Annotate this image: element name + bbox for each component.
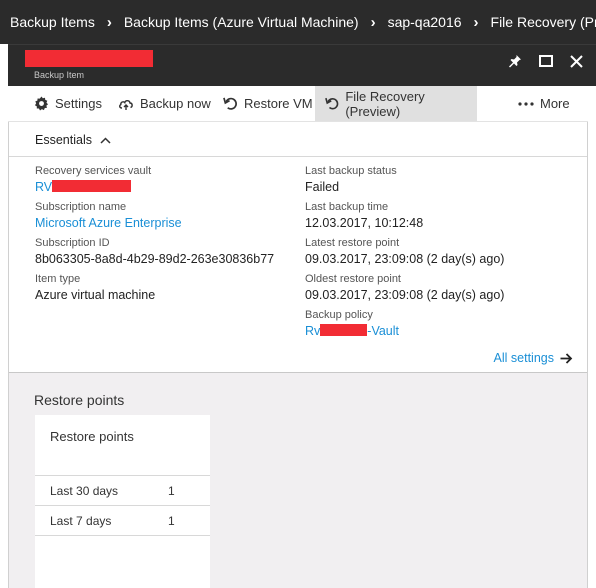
restore-arrow-icon	[325, 97, 339, 110]
breadcrumb-item-backup-items-azure-vm[interactable]: Backup Items (Azure Virtual Machine)	[124, 14, 359, 30]
essentials-toggle[interactable]: Essentials	[35, 133, 111, 147]
subscription-id-value: 8b063305-8a8d-4b29-89d2-263e30836b77	[35, 252, 275, 266]
backup-now-label: Backup now	[140, 96, 211, 111]
restore-points-row-7-days[interactable]: Last 7 days 1	[35, 505, 210, 536]
chevron-right-icon: ›	[473, 13, 479, 31]
breadcrumb: Backup Items › Backup Items (Azure Virtu…	[0, 0, 596, 44]
all-settings-link[interactable]: All settings	[494, 351, 573, 365]
pin-icon[interactable]	[504, 50, 526, 72]
oldest-restore-point-label: Oldest restore point	[305, 273, 401, 285]
breadcrumb-item-vm-name[interactable]: sap-qa2016	[388, 14, 462, 30]
all-settings-label: All settings	[493, 351, 554, 365]
restore-vm-button[interactable]: Restore VM	[223, 86, 313, 121]
subscription-name-label: Subscription name	[35, 201, 127, 213]
blade-subtitle: Backup Item	[34, 70, 85, 80]
command-bar: Settings Backup now Restore VM File Reco…	[8, 86, 588, 122]
backup-policy-suffix: -Vault	[367, 324, 400, 338]
backup-now-button[interactable]: Backup now	[118, 86, 211, 121]
chevron-right-icon: ›	[370, 13, 376, 31]
azure-portal-window: Backup Items › Backup Items (Azure Virtu…	[0, 0, 596, 588]
vault-label: Recovery services vault	[35, 165, 152, 177]
gear-icon	[34, 96, 49, 111]
chevron-up-icon	[100, 136, 111, 144]
blade-header: Backup Item	[8, 44, 596, 86]
latest-restore-point-label: Latest restore point	[305, 237, 400, 249]
row-count: 1	[168, 484, 175, 498]
backup-policy-prefix: Rv	[305, 324, 321, 338]
breadcrumb-item-file-recovery[interactable]: File Recovery (Preview	[491, 14, 596, 30]
restore-points-tile[interactable]: Restore points Last 30 days 1 Last 7 day…	[35, 415, 210, 588]
restore-arrow-icon	[223, 97, 237, 110]
row-label: Last 7 days	[50, 514, 112, 528]
row-label: Last 30 days	[50, 484, 119, 498]
vault-name: RV	[35, 180, 53, 194]
subscription-name-link[interactable]: Microsoft Azure Enterprise	[35, 216, 182, 230]
redacted-blade-title	[25, 50, 153, 67]
restore-points-tile-title: Restore points	[50, 429, 134, 444]
redacted-policy-name	[320, 324, 368, 336]
redacted-vault-name	[52, 180, 132, 192]
subscription-id-label: Subscription ID	[35, 237, 110, 249]
item-type-value: Azure virtual machine	[35, 288, 156, 302]
last-backup-status-value: Failed	[305, 180, 340, 194]
file-recovery-button[interactable]: File Recovery (Preview)	[315, 86, 477, 121]
chevron-right-icon: ›	[106, 13, 112, 31]
oldest-restore-point-value: 09.03.2017, 23:09:08 (2 day(s) ago)	[305, 288, 505, 302]
restore-points-row-30-days[interactable]: Last 30 days 1	[35, 475, 210, 505]
restore-points-section: Restore points Restore points Last 30 da…	[9, 372, 587, 588]
blade-body: Essentials Recovery services vault RV Su…	[8, 122, 588, 588]
last-backup-time-value: 12.03.2017, 10:12:48	[305, 216, 424, 230]
close-icon[interactable]	[565, 50, 587, 72]
backup-cloud-icon	[119, 99, 133, 110]
arrow-right-icon	[560, 352, 573, 364]
maximize-icon[interactable]	[535, 50, 557, 72]
last-backup-status-label: Last backup status	[305, 165, 397, 177]
latest-restore-point-value: 09.03.2017, 23:09:08 (2 day(s) ago)	[305, 252, 505, 266]
backup-policy-label: Backup policy	[305, 309, 373, 321]
row-count: 1	[168, 514, 175, 528]
ellipsis-icon	[518, 101, 534, 106]
breadcrumb-item-backup-items[interactable]: Backup Items	[10, 14, 95, 30]
restore-points-section-title: Restore points	[34, 392, 125, 408]
more-button[interactable]: More	[518, 86, 570, 121]
essentials-title: Essentials	[35, 133, 92, 147]
more-label: More	[540, 96, 570, 111]
backup-policy-link[interactable]: Rv -Vault	[305, 324, 399, 338]
item-type-label: Item type	[35, 273, 81, 285]
essentials-divider	[9, 156, 587, 157]
restore-vm-label: Restore VM	[244, 96, 313, 111]
last-backup-time-label: Last backup time	[305, 201, 389, 213]
settings-button[interactable]: Settings	[34, 86, 102, 121]
settings-label: Settings	[55, 96, 102, 111]
vault-link[interactable]: RV	[35, 180, 132, 194]
file-recovery-label: File Recovery (Preview)	[345, 88, 425, 119]
